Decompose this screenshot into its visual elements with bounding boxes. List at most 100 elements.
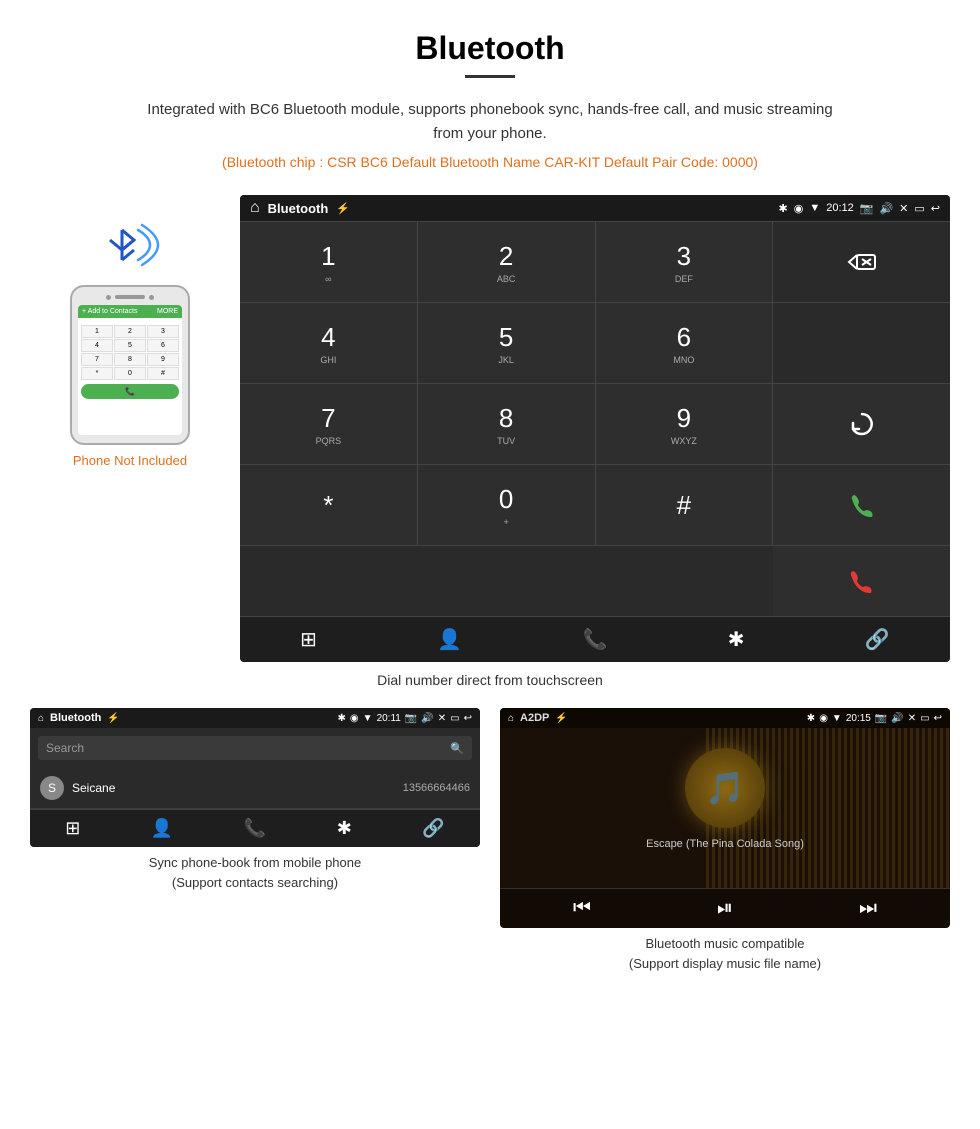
music-controls: ⏮ ⏯ ⏭	[500, 888, 950, 928]
refresh-svg	[848, 410, 876, 438]
phone-key-0[interactable]: 0	[114, 367, 146, 380]
pb-nav-grid[interactable]: ⊞	[65, 818, 80, 839]
phone-key-2[interactable]: 2	[114, 325, 146, 338]
music-next-btn[interactable]: ⏭	[859, 897, 877, 920]
dp-num-8: 8	[499, 403, 513, 434]
phone-key-9[interactable]: 9	[147, 353, 179, 366]
phone-key-7[interactable]: 7	[81, 353, 113, 366]
bluetooth-status-icon: ✱	[779, 202, 788, 215]
pb-contact-row[interactable]: S Seicane 13566664466	[30, 768, 480, 809]
music-prev-btn[interactable]: ⏮	[573, 897, 591, 920]
dp-key-hash[interactable]: #	[596, 465, 773, 545]
dialpad-link-icon[interactable]: 🔗	[865, 627, 890, 652]
music-home-icon[interactable]: ⌂	[508, 713, 514, 724]
dp-key-end[interactable]	[773, 546, 951, 616]
music-vol-icon: 🔊	[891, 713, 903, 724]
music-time: 20:15	[846, 713, 871, 724]
music-play-btn[interactable]: ⏯	[717, 897, 733, 920]
dp-key-3[interactable]: 3 DEF	[596, 222, 773, 302]
dp-key-call[interactable]	[773, 465, 950, 545]
music-content: 🎵 Escape (The Pina Colada Song)	[500, 728, 950, 888]
phone-top-bar	[78, 295, 182, 300]
music-sig-icon: ▼	[832, 713, 842, 724]
pb-x-icon: ✕	[438, 713, 446, 724]
dp-key-1[interactable]: 1 ∞	[240, 222, 417, 302]
dp-key-8[interactable]: 8 TUV	[418, 384, 595, 464]
phone-screen: + Add to Contacts MORE 1 2 3 4 5 6 7 8 9	[78, 305, 182, 435]
dialpad-grid-icon[interactable]: ⊞	[300, 627, 317, 652]
dp-sub-8: TUV	[497, 436, 515, 446]
pb-bottom-nav: ⊞ 👤 📞 ✱ 🔗	[30, 809, 480, 847]
pb-nav-link[interactable]: 🔗	[422, 818, 444, 839]
phone-key-8[interactable]: 8	[114, 353, 146, 366]
phone-add-contact: + Add to Contacts	[82, 308, 137, 315]
dp-key-0[interactable]: 0 +	[418, 465, 595, 545]
pb-signal-icon: ▼	[363, 713, 373, 724]
title-divider	[465, 75, 515, 78]
dialpad-phone-icon[interactable]: 📞	[583, 627, 608, 652]
end-call-svg	[847, 567, 875, 595]
pb-win-icon: ▭	[450, 713, 459, 724]
dp-key-7[interactable]: 7 PQRS	[240, 384, 417, 464]
dp-num-3: 3	[677, 241, 691, 272]
music-caption-line1: Bluetooth music compatible	[646, 936, 805, 951]
status-bar-left: ⌂ Bluetooth ⚡	[250, 199, 350, 217]
phone-key-4[interactable]: 4	[81, 339, 113, 352]
dp-key-refresh[interactable]	[773, 384, 950, 464]
pb-nav-person[interactable]: 👤	[151, 818, 173, 839]
dp-sub-4: GHI	[320, 355, 336, 365]
dialpad-bluetooth-icon[interactable]: ✱	[728, 627, 745, 652]
close-icon: ✕	[899, 202, 908, 215]
music-status-left: ⌂ A2DP ⚡	[508, 712, 568, 724]
phone-call-button[interactable]: 📞	[81, 384, 179, 399]
dp-key-2[interactable]: 2 ABC	[418, 222, 595, 302]
phone-key-star[interactable]: *	[81, 367, 113, 380]
phone-dialpad: 1 2 3 4 5 6 7 8 9 * 0 #	[81, 325, 179, 380]
pb-contact-name: Seicane	[72, 781, 403, 795]
bottom-row: ⌂ Bluetooth ⚡ ✱ ◉ ▼ 20:11 📷 🔊 ✕ ▭ ↩	[0, 708, 980, 973]
pb-time: 20:11	[377, 713, 401, 724]
pb-home-icon[interactable]: ⌂	[38, 713, 44, 724]
dp-key-6[interactable]: 6 MNO	[596, 303, 773, 383]
pb-contact-number: 13566664466	[403, 782, 470, 794]
phone-key-hash[interactable]: #	[147, 367, 179, 380]
dp-sub-7: PQRS	[316, 436, 342, 446]
dp-key-backspace[interactable]	[773, 222, 950, 302]
phone-key-5[interactable]: 5	[114, 339, 146, 352]
pb-nav-bt[interactable]: ✱	[337, 818, 352, 839]
dp-key-9[interactable]: 9 WXYZ	[596, 384, 773, 464]
music-cam-icon: 📷	[875, 713, 887, 724]
phone-not-included-label: Phone Not Included	[73, 453, 187, 468]
dialpad-status-bar: ⌂ Bluetooth ⚡ ✱ ◉ ▼ 20:12 📷 🔊 ✕ ▭ ↩	[240, 195, 950, 221]
dp-num-1: 1	[321, 241, 335, 272]
dp-sub-6: MNO	[673, 355, 694, 365]
dp-key-5[interactable]: 5 JKL	[418, 303, 595, 383]
pb-search-bar[interactable]: Search 🔍	[38, 736, 472, 760]
music-caption-line2: (Support display music file name)	[629, 956, 821, 971]
dialpad-caption: Dial number direct from touchscreen	[0, 672, 980, 688]
window-icon: ▭	[914, 202, 924, 215]
dialpad-contacts-icon[interactable]: 👤	[437, 627, 462, 652]
dialpad-bottom-nav: ⊞ 👤 📞 ✱ 🔗	[240, 616, 950, 662]
pb-nav-phone[interactable]: 📞	[244, 818, 266, 839]
camera-icon: 📷	[860, 202, 874, 215]
phone-key-6[interactable]: 6	[147, 339, 179, 352]
pb-status-right: ✱ ◉ ▼ 20:11 📷 🔊 ✕ ▭ ↩	[338, 713, 472, 724]
dp-num-2: 2	[499, 241, 513, 272]
music-win-icon: ▭	[920, 713, 929, 724]
dp-num-6: 6	[677, 322, 691, 353]
call-svg	[848, 491, 876, 519]
dp-key-star[interactable]: *	[240, 465, 417, 545]
pb-back-icon: ↩	[464, 713, 472, 724]
dp-key-4[interactable]: 4 GHI	[240, 303, 417, 383]
home-icon[interactable]: ⌂	[250, 199, 260, 217]
phone-key-1[interactable]: 1	[81, 325, 113, 338]
backspace-svg	[847, 252, 877, 272]
pb-status-bar: ⌂ Bluetooth ⚡ ✱ ◉ ▼ 20:11 📷 🔊 ✕ ▭ ↩	[30, 708, 480, 728]
page-title: Bluetooth	[0, 0, 980, 75]
music-album-art: 🎵	[685, 748, 765, 828]
dp-key-empty-2	[773, 303, 950, 383]
phone-key-3[interactable]: 3	[147, 325, 179, 338]
dp-num-9: 9	[677, 403, 691, 434]
pb-vol-icon: 🔊	[421, 713, 433, 724]
